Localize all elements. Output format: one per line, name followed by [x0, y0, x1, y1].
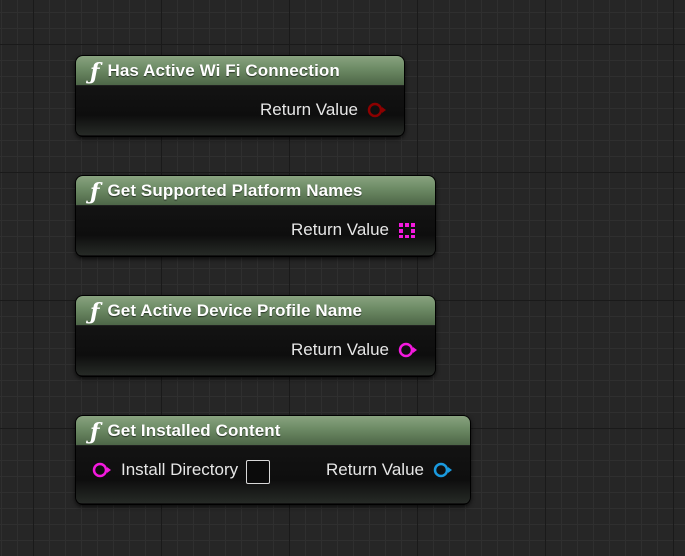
node-header[interactable]: ƒ Get Supported Platform Names: [76, 176, 435, 206]
node-body: Return Value: [76, 206, 435, 255]
pin-label: Return Value: [291, 219, 389, 239]
node-body: Return Value: [76, 86, 404, 135]
node-title: Has Active Wi Fi Connection: [107, 60, 340, 80]
function-icon: ƒ: [90, 298, 100, 325]
function-icon: ƒ: [90, 58, 100, 85]
node-get-supported-platform-names[interactable]: ƒ Get Supported Platform Names Return Va…: [75, 175, 436, 257]
node-get-active-device-profile-name[interactable]: ƒ Get Active Device Profile Name Return …: [75, 295, 436, 377]
pin-label: Return Value: [260, 99, 358, 119]
node-header[interactable]: ƒ Get Active Device Profile Name: [76, 296, 435, 326]
pin-label: Install Directory: [121, 459, 239, 479]
node-title: Get Active Device Profile Name: [107, 300, 363, 320]
input-pin-install-directory[interactable]: Install Directory: [91, 446, 271, 493]
bool-pin-icon[interactable]: [366, 102, 388, 118]
output-pin-return-value[interactable]: Return Value: [291, 326, 419, 373]
node-title: Get Supported Platform Names: [107, 180, 363, 200]
node-get-installed-content[interactable]: ƒ Get Installed Content Install Director…: [75, 415, 471, 505]
node-title: Get Installed Content: [107, 420, 281, 440]
function-icon: ƒ: [90, 418, 100, 445]
node-body: Install Directory Return Value: [76, 446, 470, 503]
string-pin-icon[interactable]: [91, 462, 113, 478]
node-has-active-wifi-connection[interactable]: ƒ Has Active Wi Fi Connection Return Val…: [75, 55, 405, 137]
node-body: Return Value: [76, 326, 435, 375]
install-directory-checkbox[interactable]: [246, 459, 271, 484]
node-header[interactable]: ƒ Get Installed Content: [76, 416, 470, 446]
output-pin-return-value[interactable]: Return Value: [260, 86, 388, 133]
pin-label: Return Value: [291, 339, 389, 359]
output-pin-return-value[interactable]: Return Value: [326, 446, 454, 493]
string-pin-icon[interactable]: [397, 342, 419, 358]
output-pin-return-value[interactable]: Return Value: [291, 206, 419, 253]
node-header[interactable]: ƒ Has Active Wi Fi Connection: [76, 56, 404, 86]
array-pin-icon[interactable]: [397, 221, 419, 239]
function-icon: ƒ: [90, 178, 100, 205]
object-pin-icon[interactable]: [432, 462, 454, 478]
pin-label: Return Value: [326, 459, 424, 479]
